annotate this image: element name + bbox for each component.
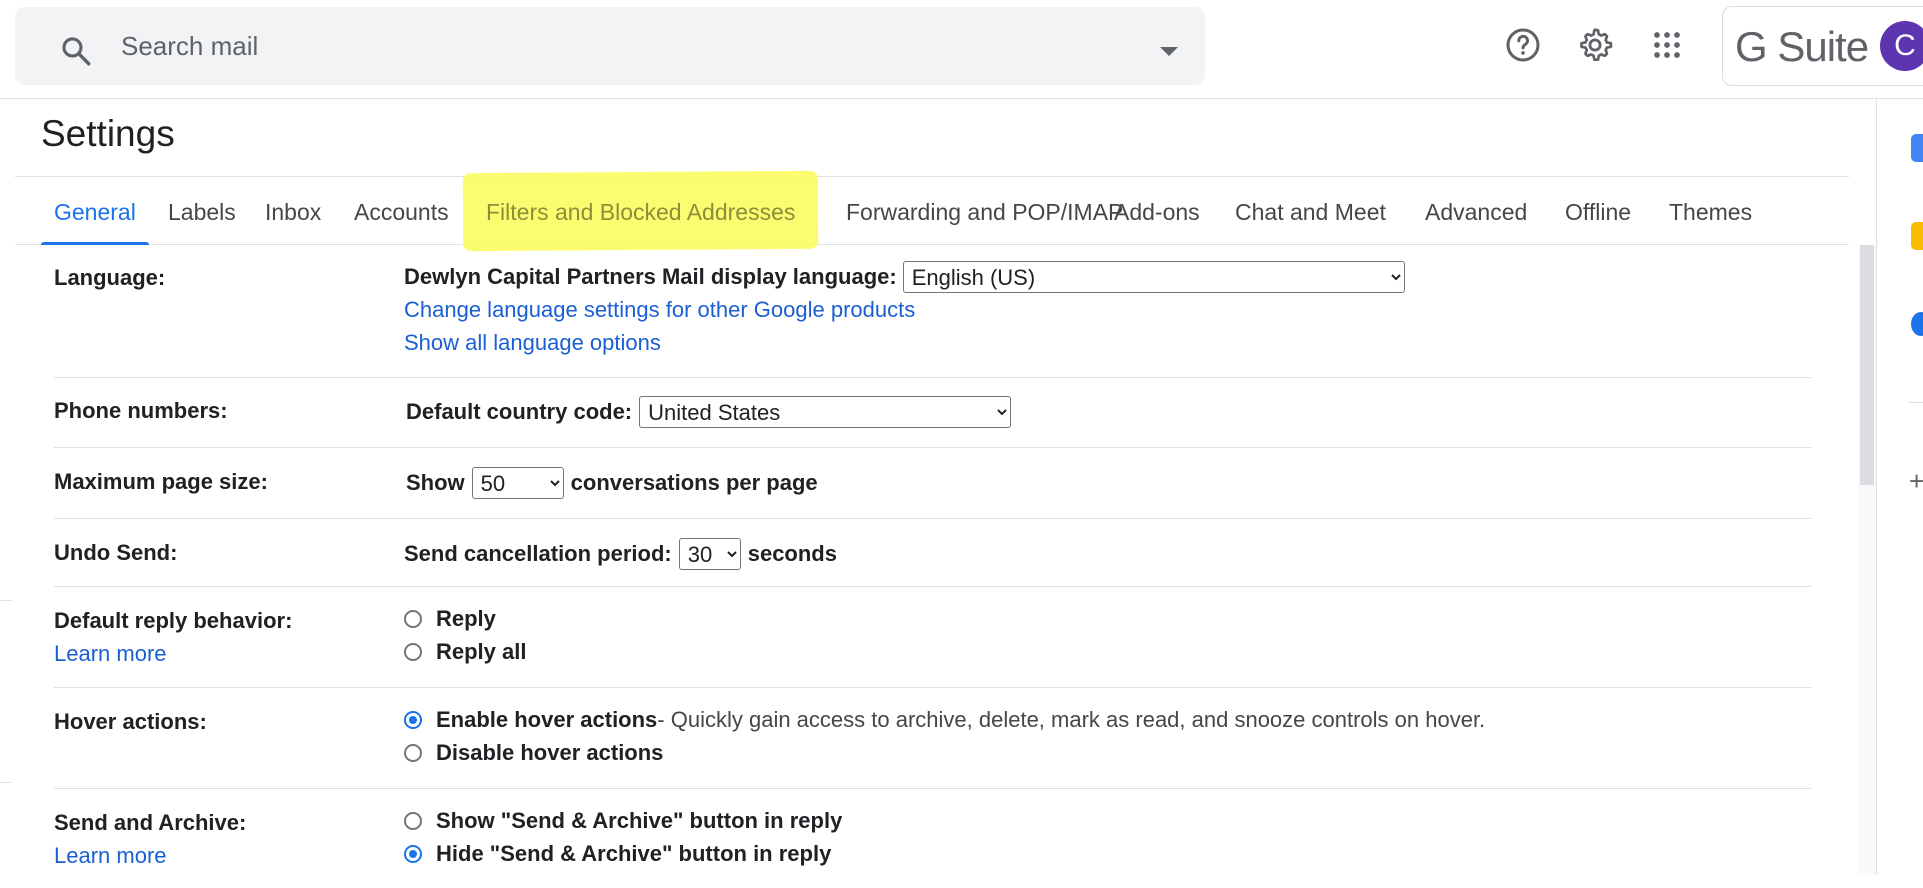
get-addons-icon[interactable]: + bbox=[1909, 466, 1923, 497]
search-bar[interactable] bbox=[15, 7, 1205, 85]
page-title: Settings bbox=[41, 113, 175, 154]
phone-controls: Default country code: United States bbox=[406, 395, 1012, 429]
reply-learn-more-link[interactable]: Learn more bbox=[54, 641, 167, 667]
hide-send-archive-option[interactable]: Hide "Send & Archive" button in reply bbox=[404, 837, 842, 870]
enable-hover-label: Enable hover actions bbox=[436, 706, 658, 732]
setting-row-max-page-size: Maximum page size: Show 50 conversations… bbox=[54, 447, 1811, 519]
undo-send-controls: Send cancellation period: 30 seconds bbox=[404, 537, 837, 571]
gsuite-logo: G Suite bbox=[1735, 23, 1869, 70]
reply-all-option[interactable]: Reply all bbox=[404, 635, 526, 668]
apps-grid-icon[interactable] bbox=[1644, 22, 1690, 68]
hide-send-archive-label: Hide "Send & Archive" button in reply bbox=[436, 840, 832, 866]
reply-all-option-label: Reply all bbox=[436, 638, 527, 664]
setting-row-hover-actions: Hover actions: Enable hover actions - Qu… bbox=[54, 687, 1811, 789]
setting-row-language: Language: Dewlyn Capital Partners Mail d… bbox=[54, 246, 1811, 378]
setting-row-undo-send: Undo Send: Send cancellation period: 30 … bbox=[54, 518, 1811, 587]
country-code-label: Default country code: bbox=[406, 399, 633, 424]
tab-accounts[interactable]: Accounts bbox=[341, 180, 462, 244]
language-label: Language: bbox=[54, 265, 166, 290]
gear-icon[interactable] bbox=[1572, 22, 1618, 68]
phone-numbers-label: Phone numbers: bbox=[54, 398, 228, 423]
tab-chat-and-meet[interactable]: Chat and Meet bbox=[1222, 180, 1399, 244]
setting-row-phone-numbers: Phone numbers: Default country code: Uni… bbox=[54, 377, 1811, 448]
reply-options: Reply Reply all bbox=[404, 602, 526, 668]
scrollbar-thumb[interactable] bbox=[1860, 245, 1874, 485]
country-code-select[interactable]: United States bbox=[639, 396, 1012, 428]
enable-hover-radio[interactable] bbox=[404, 710, 422, 729]
show-send-archive-label: Show "Send & Archive" button in reply bbox=[436, 807, 843, 833]
tab-filters-and-blocked-addresses[interactable]: Filters and Blocked Addresses bbox=[473, 180, 808, 244]
setting-row-send-and-archive: Send and Archive: Learn more Show "Send … bbox=[54, 788, 1811, 888]
help-icon[interactable] bbox=[1500, 22, 1546, 68]
page-size-suffix: conversations per page bbox=[570, 470, 818, 495]
show-all-language-options-link[interactable]: Show all language options bbox=[404, 326, 1405, 359]
max-page-size-label: Maximum page size: bbox=[54, 469, 268, 494]
left-edge-mark bbox=[0, 600, 12, 601]
show-send-archive-option[interactable]: Show "Send & Archive" button in reply bbox=[404, 804, 842, 837]
change-language-link[interactable]: Change language settings for other Googl… bbox=[404, 293, 1405, 326]
show-send-archive-radio[interactable] bbox=[404, 811, 422, 830]
default-reply-label: Default reply behavior: bbox=[54, 608, 293, 633]
send-archive-options: Show "Send & Archive" button in reply Hi… bbox=[404, 804, 842, 870]
left-edge-mark bbox=[0, 782, 12, 783]
keep-icon[interactable] bbox=[1911, 222, 1923, 250]
tasks-icon[interactable] bbox=[1911, 312, 1923, 336]
cancellation-period-select[interactable]: 30 bbox=[678, 538, 741, 570]
send-archive-label: Send and Archive: bbox=[54, 810, 247, 835]
page-size-prefix: Show bbox=[406, 470, 465, 495]
tab-labels[interactable]: Labels bbox=[155, 180, 249, 244]
title-divider bbox=[15, 176, 1849, 177]
display-language-label: Dewlyn Capital Partners Mail display lan… bbox=[404, 264, 897, 289]
hover-actions-label: Hover actions: bbox=[54, 709, 207, 734]
page-size-select[interactable]: 50 bbox=[471, 467, 564, 499]
top-bar: G Suite C bbox=[0, 0, 1923, 99]
tab-offline[interactable]: Offline bbox=[1552, 180, 1644, 244]
search-options-caret-icon[interactable] bbox=[1160, 47, 1178, 56]
enable-hover-option[interactable]: Enable hover actions - Quickly gain acce… bbox=[404, 703, 1485, 736]
disable-hover-radio[interactable] bbox=[404, 743, 422, 762]
cancellation-period-suffix: seconds bbox=[747, 541, 837, 566]
enable-hover-description: - Quickly gain access to archive, delete… bbox=[657, 706, 1486, 732]
account-switcher[interactable]: G Suite C bbox=[1722, 6, 1923, 86]
send-archive-learn-more-link[interactable]: Learn more bbox=[54, 843, 167, 869]
side-panel: + bbox=[1876, 99, 1923, 875]
reply-option[interactable]: Reply bbox=[404, 602, 526, 635]
undo-send-label: Undo Send: bbox=[54, 540, 178, 565]
cancellation-period-label: Send cancellation period: bbox=[404, 541, 672, 566]
tab-inbox[interactable]: Inbox bbox=[252, 180, 334, 244]
side-panel-divider bbox=[1909, 402, 1923, 403]
language-controls: Dewlyn Capital Partners Mail display lan… bbox=[404, 260, 1405, 359]
page-size-controls: Show 50 conversations per page bbox=[406, 466, 818, 500]
disable-hover-option[interactable]: Disable hover actions bbox=[404, 736, 1485, 769]
hide-send-archive-radio[interactable] bbox=[404, 844, 422, 863]
display-language-select[interactable]: English (US) bbox=[902, 261, 1405, 293]
search-input[interactable] bbox=[121, 23, 1121, 69]
reply-radio[interactable] bbox=[404, 609, 422, 628]
avatar[interactable]: C bbox=[1880, 21, 1923, 71]
tab-forwarding-pop-imap[interactable]: Forwarding and POP/IMAP bbox=[833, 180, 1136, 244]
search-icon[interactable] bbox=[59, 34, 93, 68]
calendar-icon[interactable] bbox=[1911, 134, 1923, 162]
reply-all-radio[interactable] bbox=[404, 642, 422, 661]
setting-row-default-reply: Default reply behavior: Learn more Reply… bbox=[54, 586, 1811, 688]
settings-tabs: General Labels Inbox Accounts Filters an… bbox=[15, 180, 1849, 245]
disable-hover-label: Disable hover actions bbox=[436, 739, 664, 765]
hover-options: Enable hover actions - Quickly gain acce… bbox=[404, 703, 1485, 769]
tab-add-ons[interactable]: Add-ons bbox=[1101, 180, 1213, 244]
reply-option-label: Reply bbox=[436, 605, 496, 631]
tab-themes[interactable]: Themes bbox=[1656, 180, 1765, 244]
tab-advanced[interactable]: Advanced bbox=[1412, 180, 1540, 244]
tab-general[interactable]: General bbox=[41, 180, 149, 245]
